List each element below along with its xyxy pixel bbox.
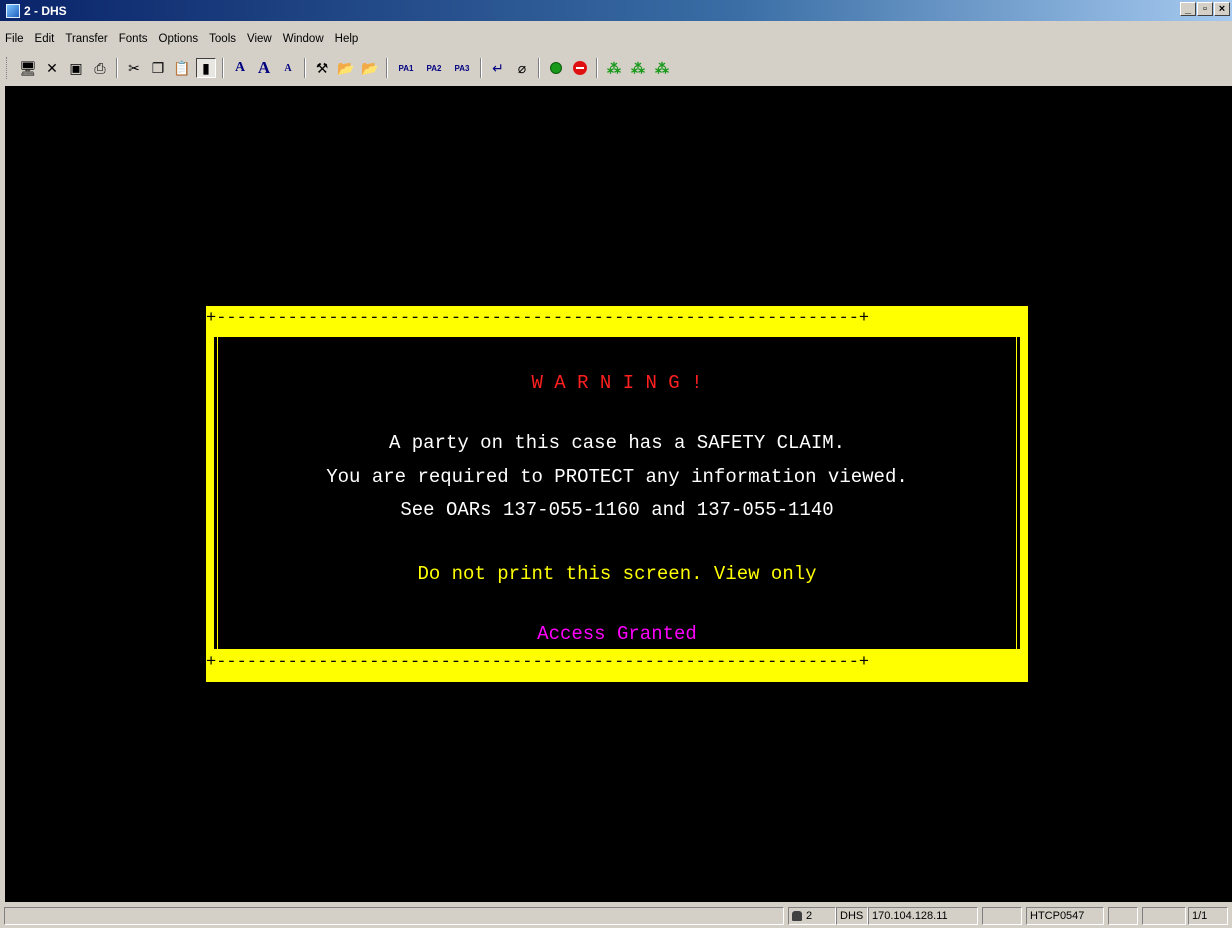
status-bar: 2 DHS 170.104.128.11 HTCP0547 1/1 (0, 904, 1232, 928)
stop-icon[interactable] (570, 58, 590, 78)
network-icon[interactable]: ⁂ (652, 58, 672, 78)
pa2-button[interactable]: PA2 (422, 58, 446, 78)
maximize-button[interactable]: ▫ (1197, 2, 1213, 16)
session-indicator: 2 (788, 907, 836, 925)
window-controls: _ ▫ × (1180, 2, 1230, 16)
frame-right-rule (1017, 337, 1020, 649)
menu-help[interactable]: Help (330, 33, 365, 45)
warning-frame: +---------------------------------------… (206, 306, 1028, 682)
access-status: Access Granted (537, 623, 697, 645)
menu-view[interactable]: View (242, 33, 278, 45)
page-indicator: 1/1 (1188, 907, 1228, 925)
menu-window[interactable]: Window (278, 33, 330, 45)
pa3-button[interactable]: PA3 (450, 58, 474, 78)
record-icon[interactable] (546, 58, 566, 78)
network-icon[interactable]: ⁂ (628, 58, 648, 78)
print-icon[interactable]: ⎙ (90, 58, 110, 78)
cut-icon[interactable]: ✂ (124, 58, 144, 78)
frame-top-border: +---------------------------------------… (206, 309, 870, 328)
lu-name: HTCP0547 (1026, 907, 1104, 925)
lock-icon (792, 911, 802, 921)
menu-bar: File Edit Transfer Fonts Options Tools V… (0, 28, 364, 50)
frame-bottom-border: +---------------------------------------… (206, 653, 870, 672)
warning-heading: W A R N I N G ! (531, 372, 703, 394)
menu-tools[interactable]: Tools (204, 33, 242, 45)
receive-file-icon[interactable]: 📂 (360, 58, 380, 78)
host-ip: 170.104.128.11 (868, 907, 978, 925)
pa1-button[interactable]: PA1 (394, 58, 418, 78)
oar-reference-text: See OARs 137-055-1160 and 137-055-1140 (400, 499, 834, 521)
terminal-screen[interactable]: +---------------------------------------… (5, 86, 1232, 902)
paste-icon[interactable]: 📋 (172, 58, 192, 78)
minimize-button[interactable]: _ (1180, 2, 1196, 16)
close-button[interactable]: × (1214, 2, 1230, 16)
menu-transfer[interactable]: Transfer (60, 33, 113, 45)
font-larger-icon[interactable]: A (254, 58, 274, 78)
toolbar-separator (596, 58, 598, 78)
app-icon[interactable] (6, 3, 20, 18)
host-name: DHS (836, 907, 868, 925)
enter-icon[interactable]: ↵ (488, 58, 508, 78)
tools-icon[interactable]: ⚒ (312, 58, 332, 78)
disconnect-icon[interactable]: ✕ (42, 58, 62, 78)
protect-text: You are required to PROTECT any informat… (326, 466, 908, 488)
menu-options[interactable]: Options (154, 33, 205, 45)
session-number: 2 (806, 910, 813, 922)
status-empty-3 (1142, 907, 1186, 925)
toolbar-separator (538, 58, 540, 78)
status-empty-2 (1108, 907, 1138, 925)
font-smaller-icon[interactable]: A (278, 58, 298, 78)
safety-claim-text: A party on this case has a SAFETY CLAIM. (388, 432, 846, 454)
view-only-notice: Do not print this screen. View only (417, 563, 817, 585)
toolbar-separator (386, 58, 388, 78)
toolbar-separator (222, 58, 224, 78)
font-icon[interactable]: A (230, 58, 250, 78)
select-icon[interactable]: ▮ (196, 58, 216, 78)
window-title: 2 - DHS (24, 3, 67, 18)
frame-left-rule (214, 337, 217, 649)
status-message (4, 907, 784, 925)
toolbar-separator (304, 58, 306, 78)
title-bar: 2 - DHS _ ▫ × (0, 0, 1232, 21)
status-empty-1 (982, 907, 1022, 925)
menu-fonts[interactable]: Fonts (114, 33, 154, 45)
eraser-icon[interactable]: ⌀ (512, 58, 532, 78)
toolbar-separator (480, 58, 482, 78)
send-file-icon[interactable]: 📂 (336, 58, 356, 78)
menu-edit[interactable]: Edit (30, 33, 61, 45)
connect-icon[interactable]: 🖥 (18, 58, 38, 78)
save-icon[interactable]: ▣ (66, 58, 86, 78)
copy-icon[interactable]: ❐ (148, 58, 168, 78)
menu-file[interactable]: File (0, 33, 30, 45)
toolbar-separator (116, 58, 118, 78)
toolbar-grip[interactable] (6, 57, 10, 79)
warning-panel: W A R N I N G ! A party on this case has… (218, 337, 1016, 649)
network-icon[interactable]: ⁂ (604, 58, 624, 78)
toolbar: 🖥 ✕ ▣ ⎙ ✂ ❐ 📋 ▮ A A A ⚒ 📂 📂 PA1 PA2 PA3 … (0, 52, 1232, 84)
